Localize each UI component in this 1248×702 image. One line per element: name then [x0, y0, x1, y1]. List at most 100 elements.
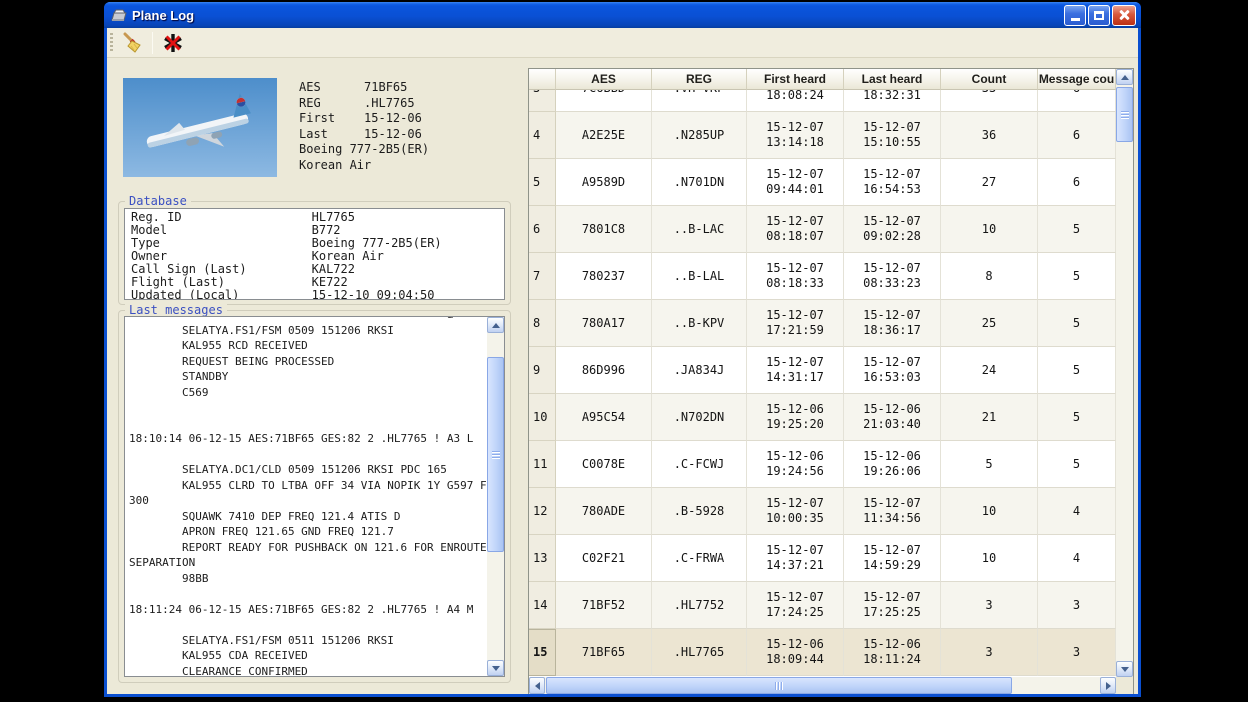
cell-message-count[interactable]: 5 [1038, 441, 1116, 488]
messages-scroll-thumb[interactable] [487, 357, 504, 552]
row-number[interactable]: 8 [529, 300, 556, 347]
column-header-last-heard[interactable]: Last heard [844, 69, 941, 90]
cell-aes[interactable]: 780A17 [556, 300, 652, 347]
cell-message-count[interactable]: 5 [1038, 300, 1116, 347]
row-number[interactable]: 7 [529, 253, 556, 300]
cell-last-heard[interactable]: 15-12-0711:34:56 [844, 488, 941, 535]
cell-last-heard[interactable]: 15-12-0619:26:06 [844, 441, 941, 488]
cell-reg[interactable]: ..B-KPV [652, 300, 747, 347]
cell-count[interactable]: 33 [941, 90, 1038, 112]
row-number[interactable]: 14 [529, 582, 556, 629]
table-row[interactable]: 37C6BBD.VH-VKF15-12-0618:08:2415-12-0718… [529, 90, 1116, 112]
messages-scroll-up-button[interactable] [487, 317, 504, 333]
cell-aes[interactable]: 7C6BBD [556, 90, 652, 112]
messages-scroll-down-button[interactable] [487, 660, 504, 676]
cell-last-heard[interactable]: 15-12-0709:02:28 [844, 206, 941, 253]
cell-message-count[interactable]: 3 [1038, 582, 1116, 629]
cell-first-heard[interactable]: 15-12-0619:25:20 [747, 394, 844, 441]
cell-count[interactable]: 10 [941, 206, 1038, 253]
cell-count[interactable]: 24 [941, 347, 1038, 394]
cell-message-count[interactable]: 6 [1038, 159, 1116, 206]
cell-reg[interactable]: .C-FRWA [652, 535, 747, 582]
cell-aes[interactable]: C02F21 [556, 535, 652, 582]
cell-count[interactable]: 10 [941, 535, 1038, 582]
cell-message-count[interactable]: 5 [1038, 253, 1116, 300]
cell-last-heard[interactable]: 15-12-0716:54:53 [844, 159, 941, 206]
cell-reg[interactable]: .HL7752 [652, 582, 747, 629]
cell-last-heard[interactable]: 15-12-0716:53:03 [844, 347, 941, 394]
cell-aes[interactable]: 780237 [556, 253, 652, 300]
cell-message-count[interactable]: 4 [1038, 535, 1116, 582]
table-row[interactable]: 1571BF65.HL776515-12-0618:09:4415-12-061… [529, 629, 1116, 676]
cell-last-heard[interactable]: 15-12-0708:33:23 [844, 253, 941, 300]
row-number[interactable]: 6 [529, 206, 556, 253]
cell-first-heard[interactable]: 15-12-0709:44:01 [747, 159, 844, 206]
table-row[interactable]: 986D996.JA834J15-12-0714:31:1715-12-0716… [529, 347, 1116, 394]
cell-reg[interactable]: .B-5928 [652, 488, 747, 535]
table-row[interactable]: 5A9589D.N701DN15-12-0709:44:0115-12-0716… [529, 159, 1116, 206]
cell-aes[interactable]: 71BF52 [556, 582, 652, 629]
cell-last-heard[interactable]: 15-12-0621:03:40 [844, 394, 941, 441]
cell-aes[interactable]: 7801C8 [556, 206, 652, 253]
cell-last-heard[interactable]: 15-12-0715:10:55 [844, 112, 941, 159]
cell-first-heard[interactable]: 15-12-0713:14:18 [747, 112, 844, 159]
table-row[interactable]: 11C0078E.C-FCWJ15-12-0619:24:5615-12-061… [529, 441, 1116, 488]
cell-aes[interactable]: C0078E [556, 441, 652, 488]
row-number[interactable]: 5 [529, 159, 556, 206]
cell-aes[interactable]: 86D996 [556, 347, 652, 394]
cell-count[interactable]: 3 [941, 582, 1038, 629]
cell-last-heard[interactable]: 15-12-0618:11:24 [844, 629, 941, 676]
table-row[interactable]: 4A2E25E.N285UP15-12-0713:14:1815-12-0715… [529, 112, 1116, 159]
cell-reg[interactable]: .N701DN [652, 159, 747, 206]
cell-aes[interactable]: A95C54 [556, 394, 652, 441]
cell-message-count[interactable]: 6 [1038, 112, 1116, 159]
cell-count[interactable]: 3 [941, 629, 1038, 676]
table-vscrollbar[interactable] [1116, 69, 1133, 677]
cell-count[interactable]: 10 [941, 488, 1038, 535]
table-scroll-left-button[interactable] [529, 677, 545, 694]
cell-last-heard[interactable]: 15-12-0714:59:29 [844, 535, 941, 582]
table-hscroll-thumb[interactable] [546, 677, 1012, 694]
cell-message-count[interactable]: 3 [1038, 629, 1116, 676]
column-header-count[interactable]: Count [941, 69, 1038, 90]
cell-reg[interactable]: ..B-LAC [652, 206, 747, 253]
cell-message-count[interactable]: 5 [1038, 347, 1116, 394]
maximize-button[interactable] [1088, 5, 1110, 26]
minimize-button[interactable] [1064, 5, 1086, 26]
cell-first-heard[interactable]: 15-12-0618:08:24 [747, 90, 844, 112]
cell-reg[interactable]: ..B-LAL [652, 253, 747, 300]
cell-reg[interactable]: .JA834J [652, 347, 747, 394]
close-button[interactable] [1112, 5, 1136, 26]
column-header-reg[interactable]: REG [652, 69, 747, 90]
cell-message-count[interactable]: 5 [1038, 394, 1116, 441]
titlebar[interactable]: Plane Log [104, 2, 1141, 28]
row-number[interactable]: 3 [529, 90, 556, 112]
cell-message-count[interactable]: 6 [1038, 90, 1116, 112]
cell-last-heard[interactable]: 15-12-0718:32:31 [844, 90, 941, 112]
cell-count[interactable]: 36 [941, 112, 1038, 159]
cell-first-heard[interactable]: 15-12-0708:18:07 [747, 206, 844, 253]
messages-scrollbar[interactable] [487, 317, 504, 676]
row-number[interactable]: 4 [529, 112, 556, 159]
row-number[interactable]: 11 [529, 441, 556, 488]
corner-header[interactable] [529, 69, 556, 90]
table-row[interactable]: 67801C8..B-LAC15-12-0708:18:0715-12-0709… [529, 206, 1116, 253]
cell-last-heard[interactable]: 15-12-0717:25:25 [844, 582, 941, 629]
table-hscrollbar[interactable] [529, 677, 1116, 694]
cell-count[interactable]: 21 [941, 394, 1038, 441]
table-row[interactable]: 1471BF52.HL775215-12-0717:24:2515-12-071… [529, 582, 1116, 629]
table-scroll-down-button[interactable] [1116, 661, 1133, 677]
cell-count[interactable]: 5 [941, 441, 1038, 488]
cell-first-heard[interactable]: 15-12-0618:09:44 [747, 629, 844, 676]
row-number[interactable]: 10 [529, 394, 556, 441]
column-header-aes[interactable]: AES [556, 69, 652, 90]
table-row[interactable]: 13C02F21.C-FRWA15-12-0714:37:2115-12-071… [529, 535, 1116, 582]
row-number[interactable]: 12 [529, 488, 556, 535]
cell-first-heard[interactable]: 15-12-0714:31:17 [747, 347, 844, 394]
table-row[interactable]: 7780237..B-LAL15-12-0708:18:3315-12-0708… [529, 253, 1116, 300]
cell-last-heard[interactable]: 15-12-0718:36:17 [844, 300, 941, 347]
cell-count[interactable]: 25 [941, 300, 1038, 347]
cell-aes[interactable]: 780ADE [556, 488, 652, 535]
cell-reg[interactable]: .C-FCWJ [652, 441, 747, 488]
cell-reg[interactable]: .N702DN [652, 394, 747, 441]
